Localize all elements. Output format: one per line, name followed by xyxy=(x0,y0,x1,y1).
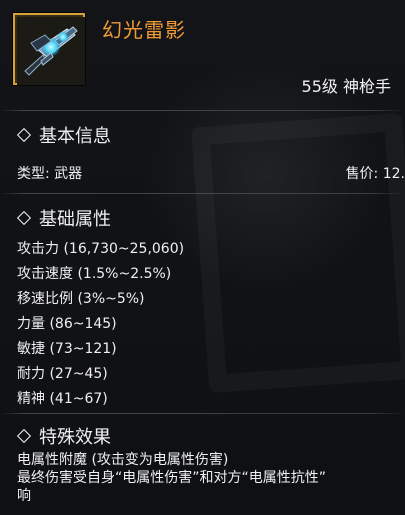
special-effects-title-text: 特殊效果 xyxy=(39,427,111,448)
strength-line: 力量 (86~145) xyxy=(17,316,117,332)
attack-power-line: 攻击力 (16,730~25,060) xyxy=(17,241,185,257)
diamond-icon xyxy=(16,428,32,444)
agility-line: 敏捷 (73~121) xyxy=(17,341,117,357)
special-effects-section-title: 特殊效果 xyxy=(16,423,111,449)
special-effect-line: 最终伤害受自身“电属性伤害”和对方“电属性抗性” xyxy=(17,470,327,486)
section-divider xyxy=(0,110,405,111)
gun-weapon-icon xyxy=(17,17,85,85)
special-effects-text: 电属性附魔 (攻击变为电属性伤害) 最终伤害受自身“电属性伤害”和对方“电属性抗… xyxy=(17,451,399,505)
basic-info-section-title: 基本信息 xyxy=(16,122,111,148)
tooltip-header: 幻光雷影 55级 神枪手 xyxy=(0,0,405,110)
special-effect-line: 电属性附魔 (攻击变为电属性伤害) xyxy=(17,452,229,468)
item-tooltip: 幻光雷影 55级 神枪手 基本信息 类型: 武器 售价: 12. 基础属性 攻击… xyxy=(0,0,405,515)
basic-info-row: 类型: 武器 售价: 12. xyxy=(17,163,405,183)
attack-speed-line: 攻击速度 (1.5%~2.5%) xyxy=(17,266,172,282)
sale-price: 售价: 12. xyxy=(345,166,405,182)
diamond-icon xyxy=(16,210,32,226)
section-divider xyxy=(0,413,405,414)
spirit-line: 精神 (41~67) xyxy=(17,391,108,407)
move-speed-line: 移速比例 (3%~5%) xyxy=(17,291,145,307)
basic-info-title-text: 基本信息 xyxy=(39,126,111,147)
special-effect-line: 响 xyxy=(17,488,31,504)
section-divider xyxy=(0,193,405,194)
base-attributes-section-title: 基础属性 xyxy=(16,205,111,231)
level-and-class: 55级 神枪手 xyxy=(301,77,391,96)
background-watermark xyxy=(191,113,405,393)
base-attributes-title-text: 基础属性 xyxy=(39,209,111,230)
item-icon-frame xyxy=(13,13,85,85)
item-type: 类型: 武器 xyxy=(17,166,83,182)
diamond-icon xyxy=(16,127,32,143)
stamina-line: 耐力 (27~45) xyxy=(17,366,108,382)
item-name: 幻光雷影 xyxy=(102,18,186,42)
